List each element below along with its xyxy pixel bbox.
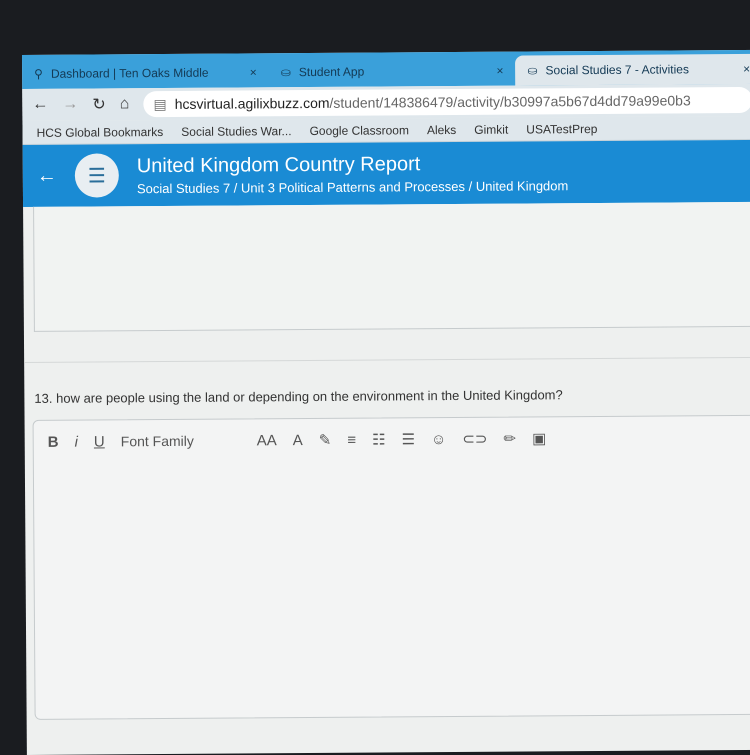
numbered-list-icon[interactable]: ☷	[372, 430, 386, 448]
bold-button[interactable]: B	[48, 433, 59, 450]
location-pin-icon: ⚲	[34, 66, 43, 81]
back-icon[interactable]: ←	[32, 96, 48, 114]
italic-button[interactable]: i	[74, 433, 77, 450]
tab-dashboard[interactable]: ⚲ Dashboard | Ten Oaks Middle ×	[22, 57, 269, 89]
close-icon[interactable]: ×	[743, 62, 750, 76]
back-arrow-icon[interactable]: ←	[37, 164, 57, 187]
bookmark-usatestprep[interactable]: USATestPrep	[526, 121, 597, 135]
forward-icon[interactable]: →	[62, 96, 78, 114]
close-icon[interactable]: ×	[496, 64, 503, 78]
bookmark-aleks[interactable]: Aleks	[427, 122, 456, 136]
link-icon[interactable]: ⊂⊃	[462, 430, 487, 448]
bookmark-social-studies[interactable]: Social Studies War...	[181, 124, 291, 139]
screen: ⚲ Dashboard | Ten Oaks Middle × ⛀ Student A…	[22, 49, 750, 755]
image-icon[interactable]: ▣	[532, 429, 546, 447]
url-input[interactable]: ▤ hcsvirtual.agilixbuzz.com/student/14838…	[143, 86, 750, 118]
font-size-button[interactable]: AA	[257, 432, 277, 449]
pencil-icon[interactable]: ✏	[503, 430, 516, 448]
highlight-icon[interactable]: ✎	[319, 431, 332, 449]
bookmark-hcs[interactable]: HCS Global Bookmarks	[36, 125, 163, 140]
bullet-list-icon[interactable]: ☰	[401, 430, 415, 448]
bookmark-google-classroom[interactable]: Google Classroom	[309, 123, 408, 138]
tab-bar: ⚲ Dashboard | Ten Oaks Middle × ⛀ Student A…	[22, 49, 750, 89]
checklist-icon: ☰	[74, 153, 119, 198]
activity-header: ← ☰ United Kingdom Country Report Social …	[22, 139, 750, 207]
tab-student-app[interactable]: ⛀ Student App ×	[269, 56, 516, 88]
previous-answer-box[interactable]	[33, 201, 750, 332]
app-icon: ⛀	[527, 63, 538, 78]
home-icon[interactable]: ⌂	[120, 95, 130, 113]
page-icon: ▤	[153, 95, 167, 112]
app-icon: ⛀	[280, 65, 291, 80]
text-color-icon[interactable]: A	[293, 432, 303, 449]
underline-button[interactable]: U	[94, 433, 105, 450]
emoji-icon[interactable]: ☺	[431, 431, 446, 448]
question-text: 13. how are people using the land or dep…	[34, 387, 563, 406]
address-bar: ← → ↻ ⌂ ▤ hcsvirtual.agilixbuzz.com/student/…	[22, 83, 750, 121]
close-icon[interactable]: ×	[250, 65, 257, 79]
bookmark-gimkit[interactable]: Gimkit	[474, 122, 508, 136]
tab-social-studies[interactable]: ⛀ Social Studies 7 - Activities ×	[515, 53, 750, 86]
answer-editor[interactable]: B i U Font Family AA A ✎ ≡ ☷ ☰ ☺ ⊂⊃ ✏ ▣	[32, 414, 750, 720]
page-title: United Kingdom Country Report	[136, 152, 421, 177]
breadcrumb: Social Studies 7 / Unit 3 Political Patt…	[136, 177, 569, 196]
align-icon[interactable]: ≡	[347, 431, 356, 448]
reload-icon[interactable]: ↻	[92, 94, 106, 114]
font-family-select[interactable]: Font Family	[121, 432, 241, 450]
editor-toolbar: B i U Font Family AA A ✎ ≡ ☷ ☰ ☺ ⊂⊃ ✏ ▣	[34, 416, 750, 463]
